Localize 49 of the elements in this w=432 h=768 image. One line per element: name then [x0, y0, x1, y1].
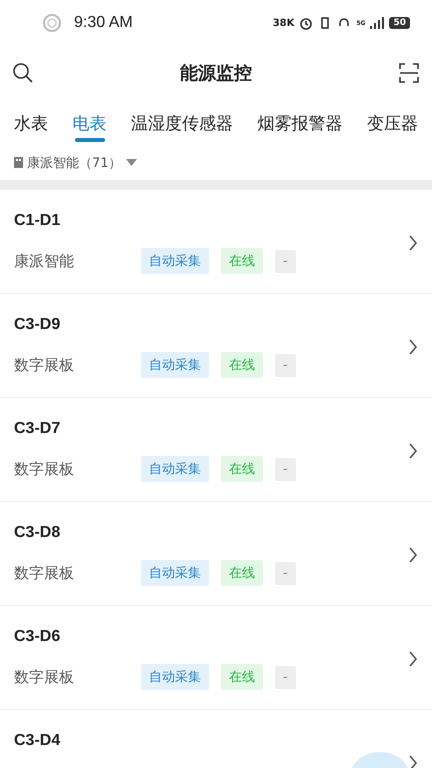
- device-name: C3-D9: [14, 316, 62, 334]
- chevron-right-icon: [408, 338, 418, 356]
- device-group: 数字展板: [14, 564, 141, 582]
- status-tag: 在线: [221, 664, 263, 690]
- device-name: C3-D4: [14, 732, 62, 750]
- status-tag: 在线: [221, 248, 263, 274]
- device-name: C3-D6: [14, 628, 62, 646]
- device-name: C3-D7: [14, 420, 62, 438]
- status-tag: 在线: [221, 352, 263, 378]
- battery-level: 50: [389, 17, 410, 29]
- mode-tag: 自动采集: [141, 456, 209, 482]
- device-name: C1-D1: [14, 212, 62, 230]
- device-name: C3-D8: [14, 524, 62, 542]
- category-tab[interactable]: 水表: [14, 100, 48, 145]
- chevron-right-icon: [408, 650, 418, 668]
- mode-tag: 自动采集: [141, 560, 209, 586]
- category-tab[interactable]: 电表: [72, 100, 106, 145]
- chevron-right-icon: [408, 754, 418, 768]
- extra-tag: -: [275, 562, 296, 584]
- scan-icon: [398, 62, 420, 84]
- extra-tag: -: [275, 666, 296, 688]
- status-tag: 在线: [221, 560, 263, 586]
- mode-tag: 自动采集: [141, 664, 209, 690]
- mode-tag: 自动采集: [141, 352, 209, 378]
- device-group: 数字展板: [14, 356, 141, 374]
- category-tab[interactable]: 温湿度传感器: [131, 100, 233, 145]
- extra-tag: -: [275, 458, 296, 480]
- status-tag: 在线: [221, 456, 263, 482]
- signal-icon: [370, 17, 384, 29]
- extra-tag: -: [275, 354, 296, 376]
- extra-tag: -: [275, 250, 296, 272]
- chevron-right-icon: [408, 546, 418, 564]
- device-group: 康派智能: [14, 252, 141, 270]
- category-tab[interactable]: 烟雾报警器: [258, 100, 342, 145]
- building-icon: [14, 157, 23, 168]
- device-group: 数字展板: [14, 668, 141, 686]
- clock-time: 9:30 AM: [74, 14, 133, 32]
- search-icon: [12, 62, 34, 84]
- network-speed: 38K: [272, 18, 294, 28]
- chevron-right-icon: [408, 234, 418, 252]
- status-ring-icon: [42, 13, 62, 33]
- device-group: 数字展板: [14, 460, 141, 478]
- alarm-icon: [299, 16, 314, 30]
- page-title: 能源监控: [179, 62, 253, 85]
- chevron-right-icon: [408, 442, 418, 460]
- category-tab[interactable]: 变压器: [367, 100, 418, 145]
- mode-tag: 自动采集: [141, 248, 209, 274]
- company-filter[interactable]: 康派智能（71）: [27, 154, 122, 172]
- dropdown-icon: [126, 158, 137, 166]
